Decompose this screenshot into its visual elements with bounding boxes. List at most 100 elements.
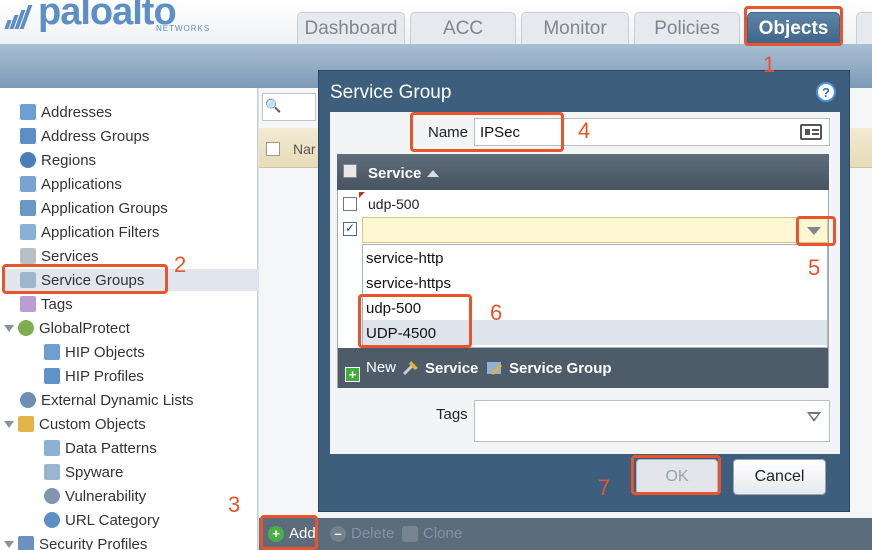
annotation-number: 5 [808, 255, 821, 280]
sidebar-item-spyware[interactable]: Spyware [44, 461, 123, 483]
new-label: New [366, 359, 397, 376]
select-all-services-checkbox[interactable] [343, 164, 357, 178]
clone-label: Clone [423, 525, 463, 542]
service-combo-input[interactable] [362, 217, 828, 243]
expand-triangle-icon[interactable] [4, 540, 14, 548]
url-category-icon [44, 512, 60, 528]
tab-dashboard[interactable]: Dashboard [297, 12, 405, 44]
applications-icon [20, 176, 36, 192]
sidebar-item-label: Custom Objects [39, 415, 146, 433]
highlight-udp-options [358, 294, 472, 348]
sidebar-item-data-patterns[interactable]: Data Patterns [44, 437, 157, 459]
tab-policies[interactable]: Policies [634, 12, 740, 44]
sidebar-item-label: Application Filters [41, 223, 160, 241]
application-filters-icon [20, 224, 36, 240]
addresses-icon [20, 104, 36, 120]
hip-objects-icon [44, 344, 60, 360]
sidebar-item-custom-objects[interactable]: Custom Objects [4, 413, 146, 435]
check-icon: ✓ [344, 221, 356, 235]
tab-label: Dashboard [304, 17, 398, 39]
add-row-icon[interactable]: + [345, 367, 360, 382]
sidebar-item-label: GlobalProtect [39, 319, 130, 337]
sidebar-item-addresses[interactable]: Addresses [20, 101, 112, 123]
modified-flag-icon [359, 192, 365, 198]
sidebar-item-regions[interactable]: Regions [20, 149, 96, 171]
help-icon[interactable]: ? [816, 82, 836, 102]
dropdown-option-service-http[interactable]: service-http [366, 250, 444, 267]
cancel-button[interactable]: Cancel [733, 459, 826, 495]
sidebar-item-tags[interactable]: Tags [20, 293, 73, 315]
globalprotect-icon [18, 320, 34, 336]
select-all-checkbox[interactable] [266, 142, 280, 156]
sidebar-item-vulnerability[interactable]: Vulnerability [44, 485, 146, 507]
tab-acc[interactable]: ACC [410, 12, 516, 44]
new-service-button[interactable]: Service [402, 359, 478, 377]
sidebar-item-address-groups[interactable]: Address Groups [20, 125, 149, 147]
highlight-dropdown-arrow [796, 216, 836, 246]
paloalto-logo: paloalto [4, 0, 177, 32]
service-column-label: Service [368, 165, 422, 182]
highlight-objects-tab [744, 6, 843, 46]
delete-label: Delete [351, 525, 395, 542]
sidebar-item-security-profiles[interactable]: Security Profiles [4, 533, 147, 550]
clone-button[interactable]: Clone [402, 525, 462, 542]
custom-objects-icon [18, 416, 34, 432]
new-service-label: Service [425, 359, 479, 377]
sidebar-item-application-groups[interactable]: Application Groups [20, 197, 168, 219]
name-card-icon[interactable] [800, 124, 822, 140]
sidebar-item-url-category[interactable]: URL Category [44, 509, 159, 531]
sidebar-item-label: Application Groups [41, 199, 168, 217]
sidebar-item-hip-profiles[interactable]: HIP Profiles [44, 365, 144, 387]
sidebar-resize-grip[interactable] [258, 300, 262, 340]
sidebar-item-hip-objects[interactable]: HIP Objects [44, 341, 145, 363]
sort-ascending-icon [427, 170, 440, 177]
clone-icon [402, 525, 418, 542]
tab-next-partial[interactable] [856, 12, 872, 44]
tags-dropdown-icon[interactable] [807, 412, 821, 422]
sidebar-item-label: Addresses [41, 103, 112, 121]
sidebar-item-application-filters[interactable]: Application Filters [20, 221, 159, 243]
dropdown-option-service-https[interactable]: service-https [366, 275, 451, 292]
highlight-name-field [410, 112, 564, 152]
address-groups-icon [20, 128, 36, 144]
service-column-header[interactable]: Service [368, 165, 440, 182]
logo-mark-icon [4, 3, 33, 29]
sidebar-item-label: URL Category [65, 511, 160, 529]
external-dynamic-lists-icon [20, 392, 36, 408]
sidebar-item-label: External Dynamic Lists [41, 391, 194, 409]
sidebar-item-globalprotect[interactable]: GlobalProtect [4, 317, 130, 339]
expand-triangle-icon[interactable] [4, 420, 14, 428]
sidebar-item-label: HIP Objects [65, 343, 145, 361]
grid-column-name[interactable]: Nar [293, 141, 316, 157]
tab-label: Monitor [543, 17, 607, 39]
sidebar-item-applications[interactable]: Applications [20, 173, 122, 195]
annotation-number: 6 [490, 300, 503, 325]
sidebar-item-label: Services [41, 247, 99, 265]
service-row-value[interactable]: udp-500 [368, 196, 419, 212]
expand-triangle-icon[interactable] [4, 324, 14, 332]
annotation-number: 7 [598, 475, 611, 500]
security-profiles-icon [18, 536, 34, 550]
tab-monitor[interactable]: Monitor [521, 12, 629, 44]
tab-label: Policies [654, 17, 720, 39]
new-service-group-label: Service Group [509, 359, 612, 377]
delete-icon: – [330, 525, 346, 542]
regions-icon [20, 152, 36, 168]
sidebar-item-label: Applications [41, 175, 122, 193]
search-icon: 🔍 [265, 98, 282, 113]
tags-input[interactable] [474, 400, 830, 442]
highlight-ok-button [631, 455, 721, 495]
sidebar-item-label: Address Groups [41, 127, 150, 145]
row-checkbox[interactable] [343, 197, 357, 211]
new-service-group-button[interactable]: Service Group [486, 359, 612, 377]
tab-label: ACC [442, 17, 484, 39]
delete-button[interactable]: – Delete [330, 525, 394, 542]
service-icon [402, 359, 420, 377]
application-groups-icon [20, 200, 36, 216]
sidebar-item-external-dynamic-lists[interactable]: External Dynamic Lists [20, 389, 194, 411]
services-icon [20, 248, 36, 264]
spyware-icon [44, 464, 60, 480]
highlight-service-groups [2, 264, 168, 294]
logo-subtext: NETWORKS [156, 24, 211, 33]
annotation-number: 4 [578, 118, 591, 143]
